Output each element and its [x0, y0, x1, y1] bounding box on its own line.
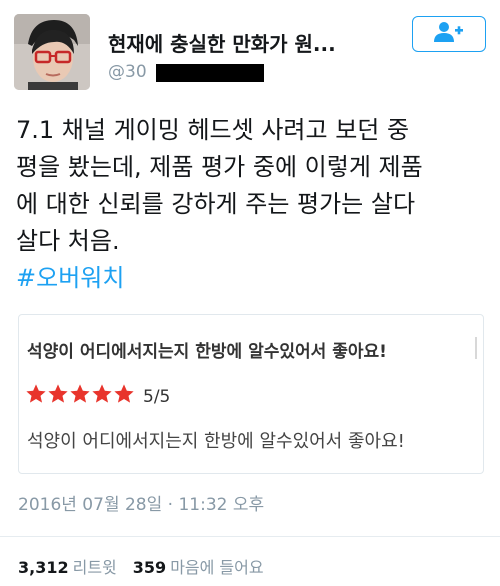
like-count[interactable]: 359	[133, 558, 166, 577]
review-title: 석양이 어디에서지는지 한방에 알수있어서 좋아요!	[27, 342, 387, 362]
tweet-text-line: 7.1 채널 게이밍 헤드셋 사려고 보던 중	[16, 116, 410, 144]
follow-button[interactable]	[412, 16, 486, 52]
redaction-bar	[156, 64, 264, 82]
tweet-text: 7.1 채널 게이밍 헤드셋 사려고 보던 중 평을 봤는데, 제품 평가 중에…	[16, 112, 486, 297]
tweet-stats: 3,312 리트윗 359 마음에 들어요	[18, 554, 280, 578]
hashtag-link[interactable]: #오버워치	[16, 260, 486, 297]
star-icon	[70, 384, 90, 403]
divider	[475, 337, 477, 359]
add-user-icon	[434, 21, 464, 47]
tweet-timestamp[interactable]: 2016년 07월 28일 · 11:32 오후	[18, 490, 264, 515]
review-body: 석양이 어디에서지는지 한방에 알수있어서 좋아요!	[27, 431, 405, 452]
review-card-image[interactable]: 석양이 어디에서지는지 한방에 알수있어서 좋아요! 5/5 석양이 어디에서지…	[18, 314, 484, 474]
display-name[interactable]: 현재에 충실한 만화가 원...	[108, 28, 388, 57]
rating-score: 5/5	[143, 387, 171, 407]
handle-row: @30	[108, 62, 264, 86]
tweet-text-line: 에 대한 신뢰를 강하게 주는 평가는 살다	[16, 190, 416, 218]
star-icon	[114, 384, 134, 403]
retweet-label[interactable]: 리트윗	[73, 558, 117, 577]
like-label[interactable]: 마음에 들어요	[170, 558, 263, 577]
retweet-count[interactable]: 3,312	[18, 558, 69, 577]
avatar[interactable]	[14, 14, 90, 90]
star-icon	[92, 384, 112, 403]
tweet-text-line: 평을 봤는데, 제품 평가 중에 이렇게 제품	[16, 153, 423, 181]
tweet-text-line: 살다 처음.	[16, 227, 120, 255]
rating-stars	[25, 383, 135, 405]
user-handle[interactable]: @30	[108, 62, 156, 82]
star-icon	[26, 384, 46, 403]
star-icon	[48, 384, 68, 403]
tweet-header: 현재에 충실한 만화가 원... @30	[14, 14, 486, 94]
divider	[0, 536, 500, 537]
